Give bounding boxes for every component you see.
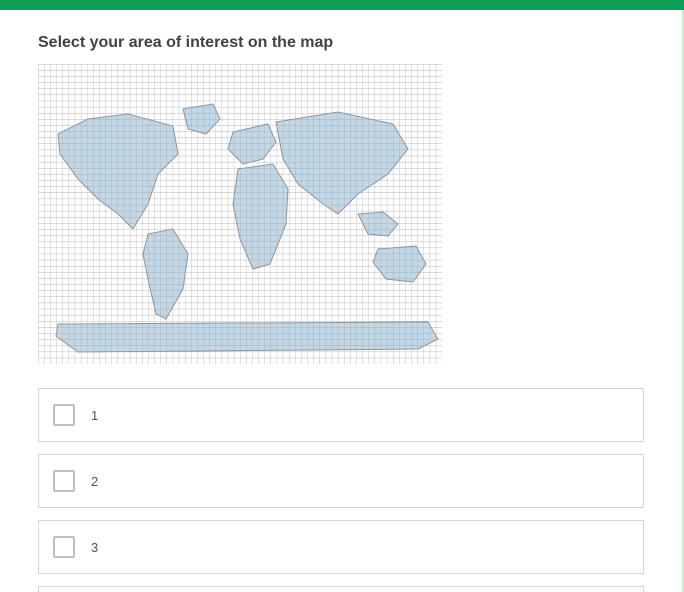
header-accent-bar [0,0,684,10]
form-frame: Select your area of interest on the map [0,10,684,592]
option-row-1[interactable]: 1 [38,388,644,442]
option-label: 1 [91,408,98,423]
options-list: 1 2 3 [38,388,644,592]
option-label: 3 [91,540,98,555]
checkbox-icon[interactable] [53,536,75,558]
question-prompt: Select your area of interest on the map [38,34,644,52]
option-row-peek [38,586,644,592]
option-label: 2 [91,474,98,489]
option-row-2[interactable]: 2 [38,454,644,508]
world-map-selector[interactable] [38,64,442,364]
world-map-icon [38,64,442,364]
option-row-3[interactable]: 3 [38,520,644,574]
checkbox-icon[interactable] [53,404,75,426]
checkbox-icon[interactable] [53,470,75,492]
